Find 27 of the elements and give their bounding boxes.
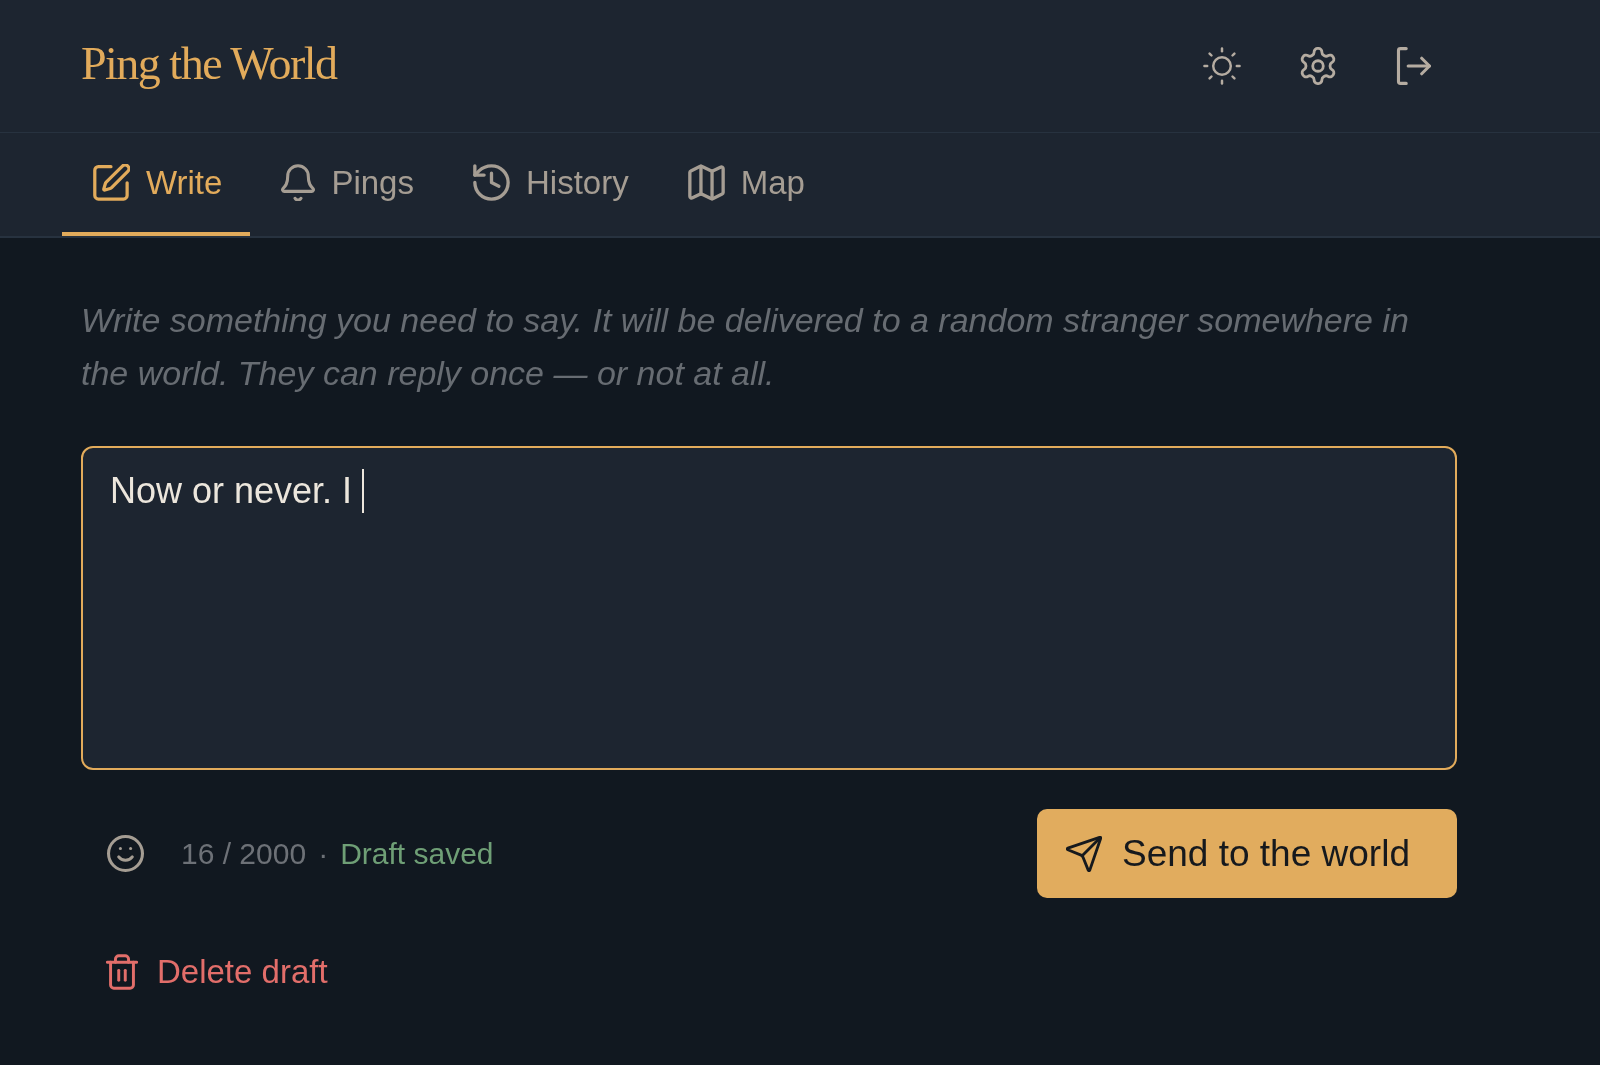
delete-draft-button[interactable]: Delete draft	[106, 953, 328, 991]
edit-square-icon	[93, 164, 130, 201]
separator: ·	[318, 836, 329, 871]
tab[interactable]: Pings	[250, 133, 442, 236]
map-icon	[687, 164, 725, 201]
emoji-button[interactable]	[107, 835, 144, 872]
send-button[interactable]: Send to the world	[1037, 809, 1457, 898]
text-cursor-icon	[362, 469, 365, 513]
theme-button[interactable]	[1203, 47, 1241, 85]
paper-plane-icon	[1066, 835, 1102, 872]
app-logo: Ping the World	[81, 41, 337, 87]
smiley-icon	[107, 835, 144, 872]
trash-icon	[106, 954, 138, 990]
settings-icon	[1299, 47, 1337, 85]
tab[interactable]: Map	[656, 133, 833, 236]
history-icon	[472, 164, 510, 201]
tab[interactable]: Write	[62, 133, 251, 236]
settings-button[interactable]	[1299, 47, 1337, 85]
logout-icon	[1395, 47, 1431, 85]
message-textarea[interactable]: Now or never. I	[81, 446, 1457, 770]
sun-icon	[1203, 47, 1241, 85]
character-count: 16 / 2000	[181, 836, 307, 871]
bell-icon	[281, 164, 316, 201]
intro-text: Write something you need to say. It will be delivered to a random stranger somewhere in the world. They can reply once — or not at all.	[81, 300, 1410, 394]
draft-status: Draft saved	[340, 836, 494, 871]
logout-button[interactable]	[1395, 47, 1431, 85]
tab[interactable]: History	[441, 133, 657, 236]
